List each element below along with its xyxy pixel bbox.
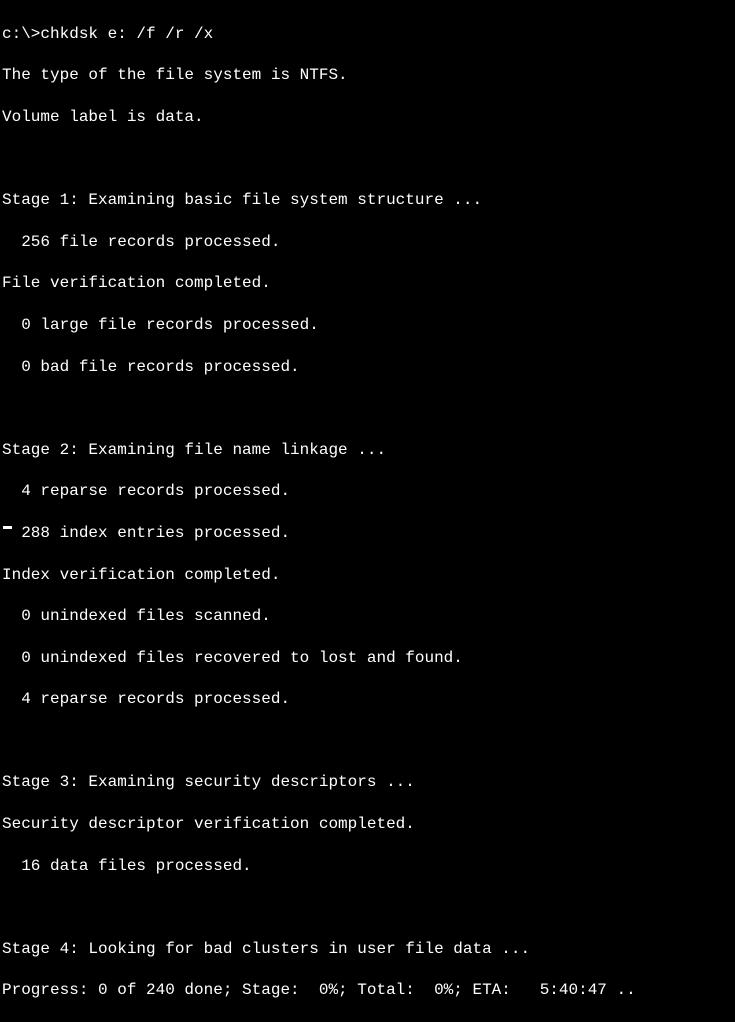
blank-line xyxy=(2,149,733,170)
stage2-header: Stage 2: Examining file name linkage ... xyxy=(2,440,733,461)
progress-line: Progress: 0 of 240 done; Stage: 0%; Tota… xyxy=(2,980,733,1001)
blank-line xyxy=(2,398,733,419)
stage2-index-entries: 288 index entries processed. xyxy=(2,523,733,544)
stage3-verification: Security descriptor verification complet… xyxy=(2,814,733,835)
cursor-icon xyxy=(3,526,12,529)
stage1-bad-records: 0 bad file records processed. xyxy=(2,357,733,378)
terminal-output: c:\>chkdsk e: /f /r /x The type of the f… xyxy=(2,3,733,1022)
stage2-reparse2: 4 reparse records processed. xyxy=(2,689,733,710)
command-prompt-line[interactable]: c:\>chkdsk e: /f /r /x xyxy=(2,24,733,45)
stage1-header: Stage 1: Examining basic file system str… xyxy=(2,190,733,211)
volume-label-line: Volume label is data. xyxy=(2,107,733,128)
stage2-unindexed-recovered: 0 unindexed files recovered to lost and … xyxy=(2,648,733,669)
stage1-file-records: 256 file records processed. xyxy=(2,232,733,253)
stage1-verification: File verification completed. xyxy=(2,273,733,294)
stage3-header: Stage 3: Examining security descriptors … xyxy=(2,772,733,793)
blank-line xyxy=(2,897,733,918)
stage1-large-records: 0 large file records processed. xyxy=(2,315,733,336)
stage3-data-files: 16 data files processed. xyxy=(2,856,733,877)
stage4-header: Stage 4: Looking for bad clusters in use… xyxy=(2,939,733,960)
filesystem-type-line: The type of the file system is NTFS. xyxy=(2,65,733,86)
stage2-reparse: 4 reparse records processed. xyxy=(2,481,733,502)
blank-line xyxy=(2,731,733,752)
stage2-verification: Index verification completed. xyxy=(2,565,733,586)
stage2-unindexed-scanned: 0 unindexed files scanned. xyxy=(2,606,733,627)
